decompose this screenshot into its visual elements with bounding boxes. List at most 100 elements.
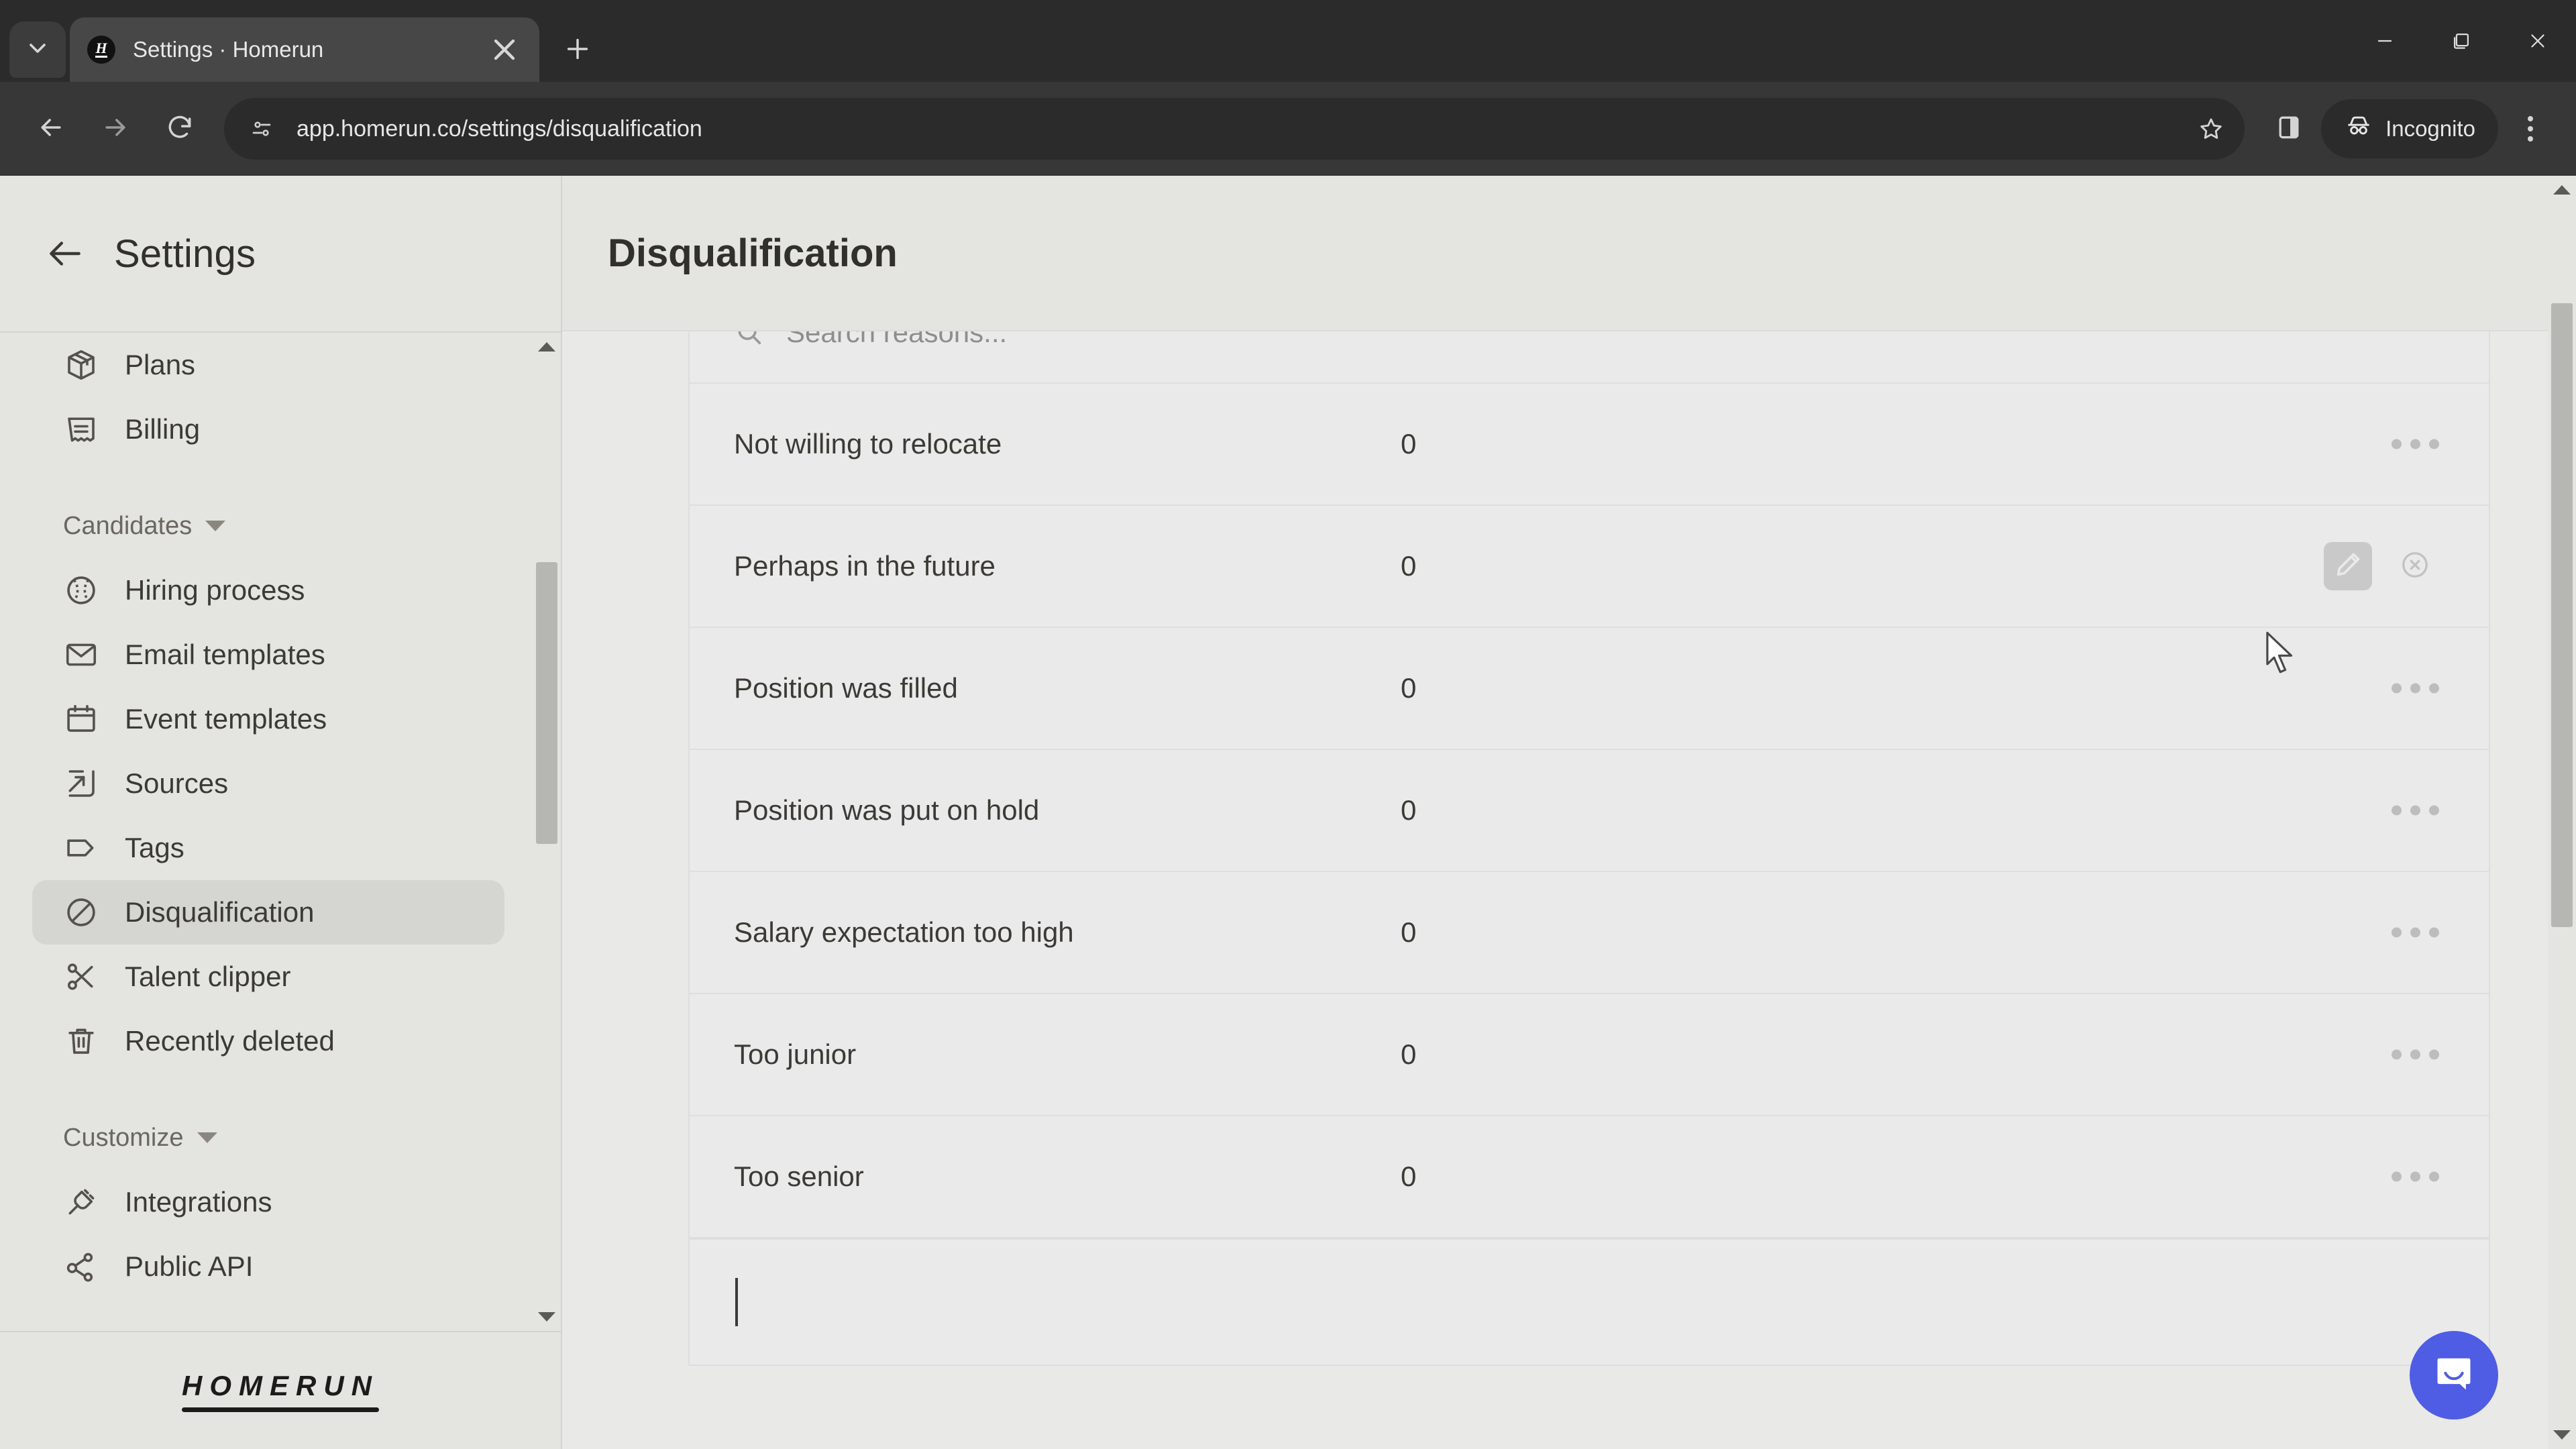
sidebar-item-plans[interactable]: Plans (32, 333, 504, 397)
reason-count: 0 (1401, 794, 1417, 826)
tag-icon (63, 830, 99, 866)
forward-button[interactable] (83, 97, 148, 161)
row-actions[interactable] (2392, 683, 2439, 694)
pencil-icon (2332, 549, 2363, 584)
sidebar-item-public-api[interactable]: Public API (32, 1234, 504, 1299)
receipt-icon (63, 411, 99, 447)
site-settings-icon[interactable] (241, 109, 282, 149)
reload-icon (165, 113, 195, 146)
three-dot-menu-icon[interactable] (2392, 683, 2439, 694)
page-scroll-thumb[interactable] (2551, 303, 2573, 927)
reason-count: 0 (1401, 1161, 1417, 1192)
scissors-icon (63, 959, 99, 995)
table-row[interactable]: Too junior 0 (690, 994, 2489, 1116)
search-input[interactable]: Search reasons... (786, 331, 1007, 349)
sidebar-scrollbar[interactable] (533, 333, 561, 1331)
reason-name: Too senior (734, 1161, 864, 1192)
sidebar-group-candidates[interactable]: Candidates (32, 494, 534, 558)
calendar-icon (63, 701, 99, 737)
no-entry-icon (63, 894, 99, 930)
three-dot-menu-icon (2528, 116, 2533, 121)
tab-search-button[interactable] (9, 21, 66, 78)
sidebar-item-event-templates[interactable]: Event templates (32, 687, 504, 751)
browser-tab[interactable]: H Settings · Homerun (70, 17, 539, 82)
table-row[interactable]: Salary expectation too high 0 (690, 872, 2489, 994)
sidebar-group-customize[interactable]: Customize (32, 1106, 534, 1170)
page-scrollbar[interactable] (2548, 176, 2576, 1449)
maximize-button[interactable] (2423, 0, 2500, 82)
reload-button[interactable] (148, 97, 212, 161)
page-scroll-up-button[interactable] (2548, 176, 2576, 204)
row-actions[interactable] (2392, 1171, 2439, 1182)
side-panel-button[interactable] (2257, 97, 2321, 161)
reason-name: Too junior (734, 1038, 857, 1070)
sidebar-item-talent-clipper[interactable]: Talent clipper (32, 945, 504, 1009)
url-text[interactable]: app.homerun.co/settings/disqualification (297, 116, 2187, 142)
row-actions[interactable] (2392, 927, 2439, 938)
row-actions[interactable] (2324, 542, 2439, 590)
three-dot-menu-icon[interactable] (2392, 1171, 2439, 1182)
sidebar-item-label: Integrations (125, 1186, 272, 1218)
sidebar-item-sources[interactable]: Sources (32, 751, 504, 816)
row-actions[interactable] (2392, 1049, 2439, 1060)
intercom-launcher[interactable] (2410, 1331, 2498, 1419)
row-actions[interactable] (2392, 439, 2439, 449)
api-key-icon (63, 1248, 99, 1285)
reason-name: Position was put on hold (734, 794, 1040, 826)
delete-reason-button[interactable] (2391, 542, 2439, 590)
three-dot-menu-icon[interactable] (2392, 805, 2439, 816)
sidebar-scroll-down-button[interactable] (533, 1303, 561, 1331)
envelope-icon (63, 637, 99, 673)
sidebar-item-email-templates[interactable]: Email templates (32, 623, 504, 687)
tab-close-button[interactable] (487, 32, 522, 67)
page-scroll-track[interactable] (2548, 204, 2576, 1421)
table-row[interactable]: Position was put on hold 0 (690, 750, 2489, 872)
new-tab-button[interactable] (553, 24, 602, 74)
row-actions[interactable] (2392, 805, 2439, 816)
sidebar-item-disqualification[interactable]: Disqualification (32, 880, 504, 945)
settings-sidebar: Settings Security (0, 176, 562, 1449)
sidebar-item-recently-deleted[interactable]: Recently deleted (32, 1009, 504, 1073)
chevron-down-icon (197, 1132, 217, 1143)
sidebar-scroll-up-button[interactable] (533, 333, 561, 361)
profile-chip[interactable]: Incognito (2321, 99, 2498, 158)
homerun-logo-text: HOMERUN (182, 1369, 379, 1401)
sidebar-item-hiring-process[interactable]: Hiring process (32, 558, 504, 623)
close-window-button[interactable] (2500, 0, 2576, 82)
sidebar-scroll-thumb[interactable] (536, 562, 557, 844)
three-dot-menu-icon[interactable] (2392, 439, 2439, 449)
sidebar-scroll-track[interactable] (533, 361, 561, 1303)
back-to-app-button[interactable] (44, 233, 86, 274)
table-row[interactable]: Perhaps in the future 0 (690, 506, 2489, 628)
sidebar-item-integrations[interactable]: Integrations (32, 1170, 504, 1234)
main-content: Disqualification Search reasons... Not w… (562, 176, 2576, 1449)
favicon: H (87, 36, 115, 64)
address-bar[interactable]: app.homerun.co/settings/disqualification (224, 98, 2245, 160)
search-reasons-field[interactable]: Search reasons... (690, 331, 2489, 384)
box-icon (63, 347, 99, 383)
search-icon (734, 331, 765, 348)
browser-menu-button[interactable] (2504, 97, 2557, 161)
three-dot-menu-icon[interactable] (2392, 1049, 2439, 1060)
minimize-button[interactable] (2347, 0, 2423, 82)
sidebar-group-label: Customize (63, 1123, 184, 1152)
back-button[interactable] (19, 97, 83, 161)
edit-reason-button[interactable] (2324, 542, 2372, 590)
table-row[interactable]: Not willing to relocate 0 (690, 384, 2489, 506)
window-controls (2347, 0, 2576, 82)
star-icon[interactable] (2187, 105, 2235, 153)
sidebar-item-label: Disqualification (125, 896, 315, 928)
page-scroll-down-button[interactable] (2548, 1421, 2576, 1449)
reason-count: 0 (1401, 428, 1417, 460)
sidebar-item-label: Public API (125, 1250, 254, 1282)
table-row[interactable]: Position was filled 0 (690, 628, 2489, 750)
new-reason-row[interactable] (690, 1238, 2489, 1364)
content-scroll-area: Search reasons... Not willing to relocat… (562, 331, 2576, 1449)
three-dot-menu-icon[interactable] (2392, 927, 2439, 938)
reason-name: Position was filled (734, 672, 958, 704)
sidebar-item-billing[interactable]: Billing (32, 397, 504, 462)
sidebar-header: Settings (0, 176, 561, 331)
sidebar-item-tags[interactable]: Tags (32, 816, 504, 880)
sidebar-footer: HOMERUN (0, 1331, 561, 1449)
table-row[interactable]: Too senior 0 (690, 1116, 2489, 1238)
